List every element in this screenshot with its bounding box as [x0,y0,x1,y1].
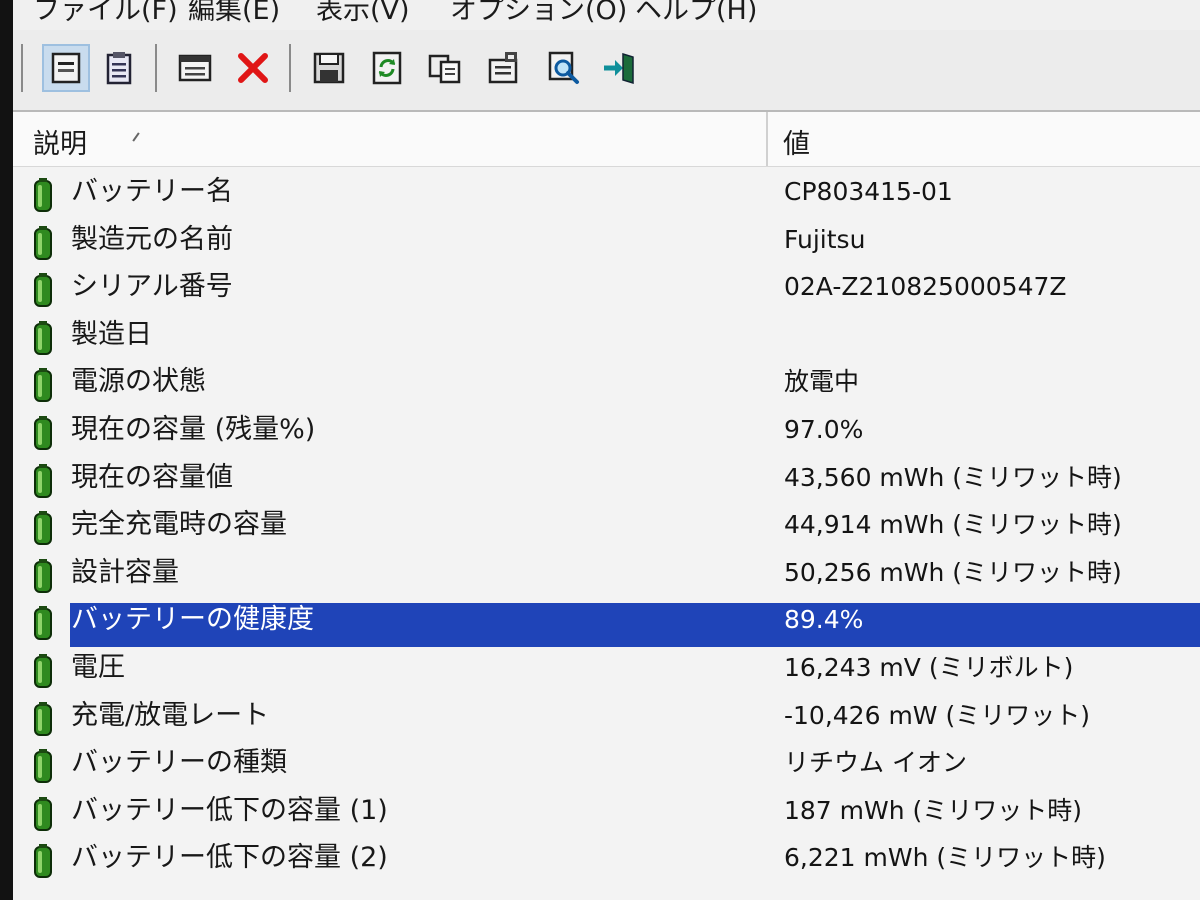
item-label: 現在の容量値 [71,461,233,493]
list-item[interactable]: 充電/放電レート -10,426 mW (ミリワット) [13,693,1200,739]
list-item[interactable]: 製造日 [13,312,1200,358]
battery-icon [34,511,52,546]
item-label: 完全充電時の容量 [71,509,287,541]
battery-icon [34,796,52,831]
list-item[interactable]: 完全充電時の容量 44,914 mWh (ミリワット時) [13,502,1200,548]
item-label: 現在の容量 (残量%) [71,414,316,445]
menu-view[interactable]: 表示(V) [316,0,410,27]
delete-button[interactable] [233,48,273,88]
item-value: 43,560 mWh (ミリワット時) [784,462,1122,492]
menu-file[interactable]: ファイル(F) [33,0,178,27]
battery-icon [34,606,52,641]
menu-options[interactable]: オプション(O) [450,0,627,27]
item-value: 89.4% [784,605,864,635]
save-icon [313,52,345,84]
list-item[interactable]: 電源の状態 放電中 [13,359,1200,405]
detail-view-icon [51,52,81,84]
list-item[interactable]: バッテリーの種類 リチウム イオン [13,740,1200,786]
list-item[interactable]: 現在の容量値 43,560 mWh (ミリワット時) [13,455,1200,501]
list-item[interactable]: 設計容量 50,256 mWh (ミリワット時) [13,550,1200,596]
item-label: 電圧 [71,652,125,683]
item-value: 放電中 [784,367,860,397]
item-label: バッテリーの種類 [71,747,287,779]
screen-bezel [0,0,13,900]
battery-icon [34,654,52,688]
list-item[interactable]: 製造元の名前 Fujitsu [13,217,1200,263]
item-value: 16,243 mV (ミリボルト) [784,653,1074,682]
item-value: 50,256 mWh (ミリワット時) [784,557,1122,587]
delete-icon [238,53,268,83]
item-value: 02A-Z210825000547Z [784,272,1067,302]
battery-icon [34,749,52,784]
list-view-icon [106,52,132,85]
menu-bar: ファイル(F) 編集(E) 表示(V) オプション(O) ヘルプ(H) [13,0,1200,30]
copy-icon [428,54,461,84]
item-label: 電源の状態 [71,366,206,398]
toolbar-separator [21,44,23,92]
item-value: 97.0% [784,415,864,444]
battery-icon [34,178,52,212]
toolbar-separator [289,44,291,92]
copy-button[interactable] [425,48,465,88]
battery-icon [34,368,52,403]
exit-icon [604,52,634,85]
item-value: リチウム イオン [784,748,967,778]
item-value: CP803415-01 [784,177,953,206]
save-button[interactable] [309,48,349,88]
battery-icon [34,558,52,593]
battery-icon [34,844,52,879]
item-label: 充電/放電レート [71,699,270,731]
html-report-button[interactable] [175,48,215,88]
item-label: 製造日 [71,318,152,350]
battery-icon [34,320,52,355]
sort-indicator-icon [132,132,140,142]
html-report-icon [178,54,212,82]
list-view-button[interactable] [99,48,139,88]
item-value: 44,914 mWh (ミリワット時) [784,510,1122,540]
item-label: 設計容量 [71,556,179,588]
list-item[interactable]: バッテリー名 CP803415-01 [13,169,1200,215]
find-button[interactable] [543,48,583,88]
list-item[interactable]: バッテリー低下の容量 (1) 187 mWh (ミリワット時) [13,788,1200,834]
battery-info-list: バッテリー名 CP803415-01 製造元の名前 Fujitsu シリアル番号 02A-… [13,167,1200,900]
detail-view-button[interactable] [42,44,90,92]
properties-button[interactable] [483,48,523,88]
column-header-value[interactable]: 値 [783,122,810,161]
toolbar-separator [155,44,157,92]
column-header-description[interactable]: 説明 [33,122,87,161]
item-value: Fujitsu [784,224,866,254]
column-divider[interactable] [766,112,768,166]
exit-button[interactable] [599,48,639,88]
battery-icon [34,273,52,308]
list-item[interactable]: 電圧 16,243 mV (ミリボルト) [13,645,1200,691]
battery-icon [34,463,52,498]
item-value: 6,221 mWh (ミリワット時) [784,843,1106,873]
refresh-button[interactable] [367,48,407,88]
list-item[interactable]: バッテリーの健康度 89.4% [13,597,1200,648]
battery-icon [34,701,52,736]
list-item[interactable]: 現在の容量 (残量%) 97.0% [13,407,1200,453]
item-label: バッテリー低下の容量 (1) [71,794,388,826]
battery-icon [34,416,52,450]
find-icon [548,51,579,84]
list-item[interactable]: シリアル番号 02A-Z210825000547Z [13,264,1200,310]
list-item[interactable]: バッテリー低下の容量 (2) 6,221 mWh (ミリワット時) [13,835,1200,881]
item-label: バッテリー低下の容量 (2) [71,842,388,874]
item-label: バッテリー名 [71,176,233,207]
battery-icon [34,225,52,260]
menu-edit[interactable]: 編集(E) [188,0,280,27]
item-value: 187 mWh (ミリワット時) [784,795,1083,825]
item-label: シリアル番号 [71,271,233,303]
toolbar [13,30,1200,112]
refresh-icon [372,51,402,85]
item-value: -10,426 mW (ミリワット) [784,700,1090,730]
list-header: 説明 値 [13,112,1200,167]
item-label: バッテリーの健康度 [71,604,314,636]
item-label: 製造元の名前 [71,223,233,255]
menu-help[interactable]: ヘルプ(H) [635,0,757,27]
properties-icon [488,52,518,84]
